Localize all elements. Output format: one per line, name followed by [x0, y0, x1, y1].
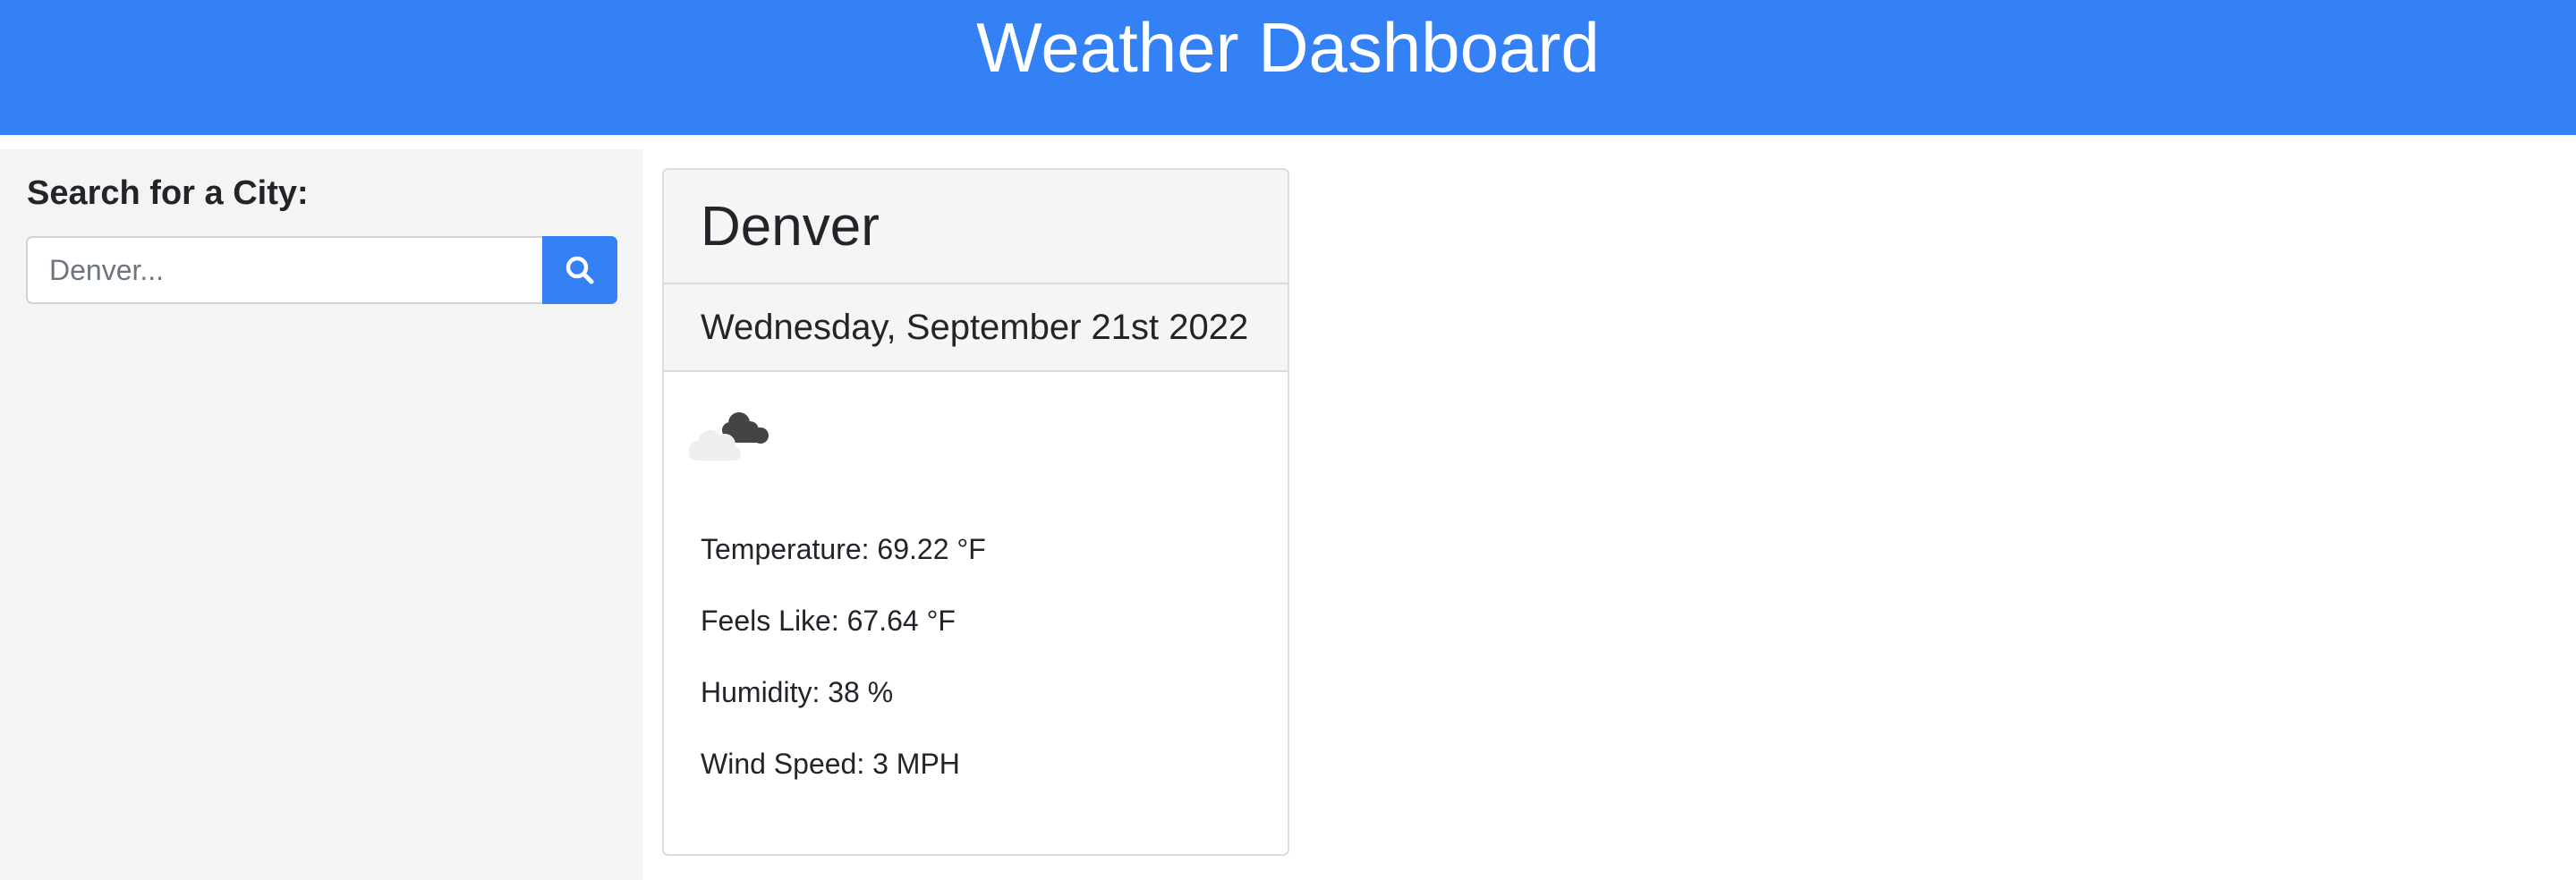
- search-group: [26, 236, 617, 304]
- wind-speed-text: Wind Speed: 3 MPH: [701, 748, 960, 780]
- city-header: Denver: [664, 170, 1288, 284]
- partly-cloudy-night-icon: [689, 412, 769, 461]
- search-input[interactable]: [26, 236, 542, 304]
- city-name: Denver: [701, 195, 880, 258]
- sidebar: Search for a City:: [0, 149, 642, 880]
- page-title: Weather Dashboard: [976, 8, 1600, 87]
- date-header: Wednesday, September 21st 2022: [664, 284, 1288, 372]
- humidity-text: Humidity: 38 %: [701, 676, 894, 708]
- search-icon: [565, 256, 594, 284]
- feels-like-text: Feels Like: 67.64 °F: [701, 605, 956, 637]
- weather-card: Denver Wednesday, September 21st 2022 Te…: [662, 168, 1289, 856]
- app-header: Weather Dashboard: [0, 0, 2576, 135]
- search-button[interactable]: [542, 236, 617, 304]
- current-date: Wednesday, September 21st 2022: [701, 307, 1249, 347]
- temperature-text: Temperature: 69.22 °F: [701, 533, 986, 565]
- search-label: Search for a City:: [27, 174, 309, 212]
